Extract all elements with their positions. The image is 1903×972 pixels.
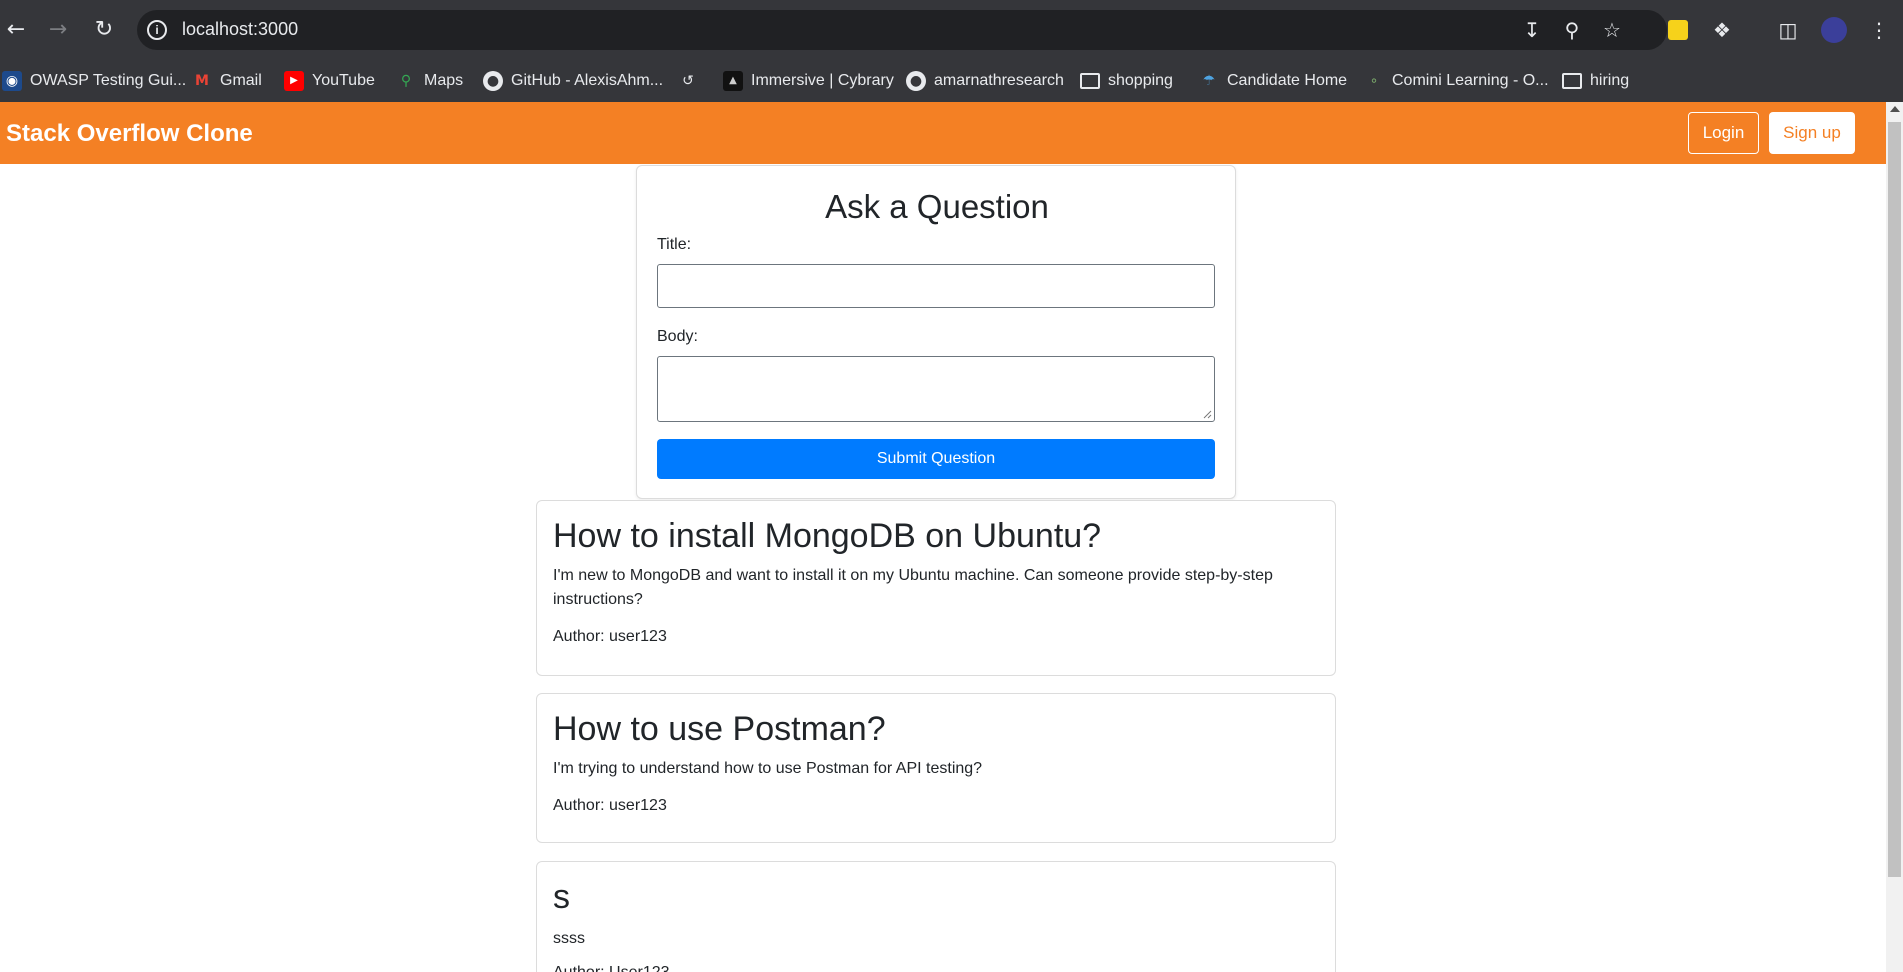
folder-icon [1562, 73, 1582, 89]
ask-question-form: Ask a Question Title: Body: Submit Quest… [636, 165, 1236, 499]
question-title[interactable]: How to install MongoDB on Ubuntu? [553, 517, 1101, 556]
bookmark-label: YouTube [312, 72, 375, 89]
resize-handle-icon[interactable] [1202, 409, 1212, 419]
owasp-icon: ◉ [2, 71, 22, 91]
bookmark-label: shopping [1108, 72, 1173, 89]
bookmark-gmail[interactable]: M Gmail [192, 69, 262, 93]
bookmarks-bar: ◉ OWASP Testing Gui... M Gmail ▶ YouTube… [0, 60, 1903, 102]
question-author: Author: user123 [553, 628, 667, 645]
comini-icon: ∘ [1369, 73, 1379, 89]
gmail-icon: M [195, 73, 209, 89]
zoom-icon[interactable]: ⚲ [1560, 18, 1584, 42]
signup-button[interactable]: Sign up [1769, 112, 1855, 154]
bookmark-candidate-home[interactable]: ☂ Candidate Home [1199, 69, 1347, 93]
bookmark-label: Candidate Home [1227, 72, 1348, 89]
reload-icon[interactable]: ↻ [90, 16, 118, 44]
youtube-icon: ▶ [284, 71, 304, 91]
github-icon: ● [483, 71, 503, 91]
title-input[interactable] [657, 264, 1215, 308]
page-scrollbar[interactable] [1886, 102, 1903, 972]
profile-avatar-icon[interactable] [1821, 17, 1847, 43]
question-title[interactable]: How to use Postman? [553, 710, 886, 749]
question-card[interactable]: s ssss Author: User123 [536, 861, 1336, 972]
bookmark-label: GitHub - AlexisAhm... [511, 72, 664, 89]
question-author: Author: user123 [553, 797, 667, 814]
side-panel-icon[interactable]: ◫ [1774, 16, 1802, 44]
bookmark-maps[interactable]: ⚲ Maps [396, 69, 463, 93]
browser-toolbar: ← → ↻ i localhost:3000 ↧ ⚲ ☆ ❖ ◫ ⋮ [0, 0, 1903, 60]
body-textarea[interactable] [657, 356, 1215, 422]
bookmark-comini[interactable]: ∘ Comini Learning - O... [1364, 69, 1549, 93]
bookmark-label: Immersive | Cybrary [751, 72, 894, 89]
extensions-puzzle-icon[interactable]: ❖ [1708, 16, 1736, 44]
bookmark-label: OWASP Testing Gui... [30, 72, 187, 89]
bookmark-owasp[interactable]: ◉ OWASP Testing Gui... [2, 69, 186, 93]
address-url[interactable]: localhost:3000 [182, 19, 298, 40]
question-card[interactable]: How to install MongoDB on Ubuntu? I'm ne… [536, 500, 1336, 676]
back-arrow-icon[interactable]: ← [2, 16, 30, 44]
bookmark-github-alexis[interactable]: ● GitHub - AlexisAhm... [483, 69, 663, 93]
extension-icon[interactable] [1668, 20, 1688, 40]
question-author: Author: User123 [553, 964, 670, 972]
app-navbar: Stack Overflow Clone Login Sign up [0, 102, 1886, 164]
question-body: I'm trying to understand how to use Post… [553, 760, 983, 777]
install-app-icon[interactable]: ↧ [1520, 18, 1544, 42]
maps-icon: ⚲ [400, 73, 412, 89]
bookmark-label: Maps [424, 72, 464, 89]
github-icon: ● [906, 71, 926, 91]
submit-question-button[interactable]: Submit Question [657, 439, 1215, 479]
login-button[interactable]: Login [1688, 112, 1759, 154]
address-bar[interactable]: i localhost:3000 ↧ ⚲ ☆ [137, 10, 1667, 50]
bookmark-label: hiring [1590, 72, 1630, 89]
form-heading: Ask a Question [825, 188, 1049, 225]
history-icon: ↺ [682, 73, 694, 89]
bookmark-history[interactable]: ↺ [678, 69, 706, 93]
menu-kebab-icon[interactable]: ⋮ [1865, 16, 1893, 44]
bookmark-cybrary[interactable]: ▲ Immersive | Cybrary [723, 69, 894, 93]
cybrary-icon: ▲ [723, 71, 743, 91]
scroll-thumb[interactable] [1888, 122, 1901, 877]
bookmark-folder-shopping[interactable]: shopping [1080, 69, 1173, 93]
candidate-icon: ☂ [1202, 73, 1216, 89]
question-title[interactable]: s [553, 878, 570, 917]
bookmark-label: Gmail [220, 72, 262, 89]
question-body: ssss [553, 930, 585, 947]
forward-arrow-icon[interactable]: → [44, 16, 72, 44]
question-card[interactable]: How to use Postman? I'm trying to unders… [536, 693, 1336, 843]
question-body: I'm new to MongoDB and want to install i… [553, 567, 1273, 608]
brand-title[interactable]: Stack Overflow Clone [6, 120, 253, 148]
folder-icon [1080, 73, 1100, 89]
body-label: Body: [657, 328, 698, 345]
bookmark-star-icon[interactable]: ☆ [1600, 18, 1624, 42]
bookmark-folder-hiring[interactable]: hiring [1562, 69, 1629, 93]
bookmark-label: Comini Learning - O... [1392, 72, 1549, 89]
bookmark-label: amarnathresearch [934, 72, 1064, 89]
scroll-up-arrow-icon[interactable] [1890, 106, 1900, 112]
bookmark-amarnathresearch[interactable]: ● amarnathresearch [906, 69, 1064, 93]
site-info-icon[interactable]: i [147, 20, 167, 40]
title-label: Title: [657, 236, 692, 253]
bookmark-youtube[interactable]: ▶ YouTube [284, 69, 375, 93]
